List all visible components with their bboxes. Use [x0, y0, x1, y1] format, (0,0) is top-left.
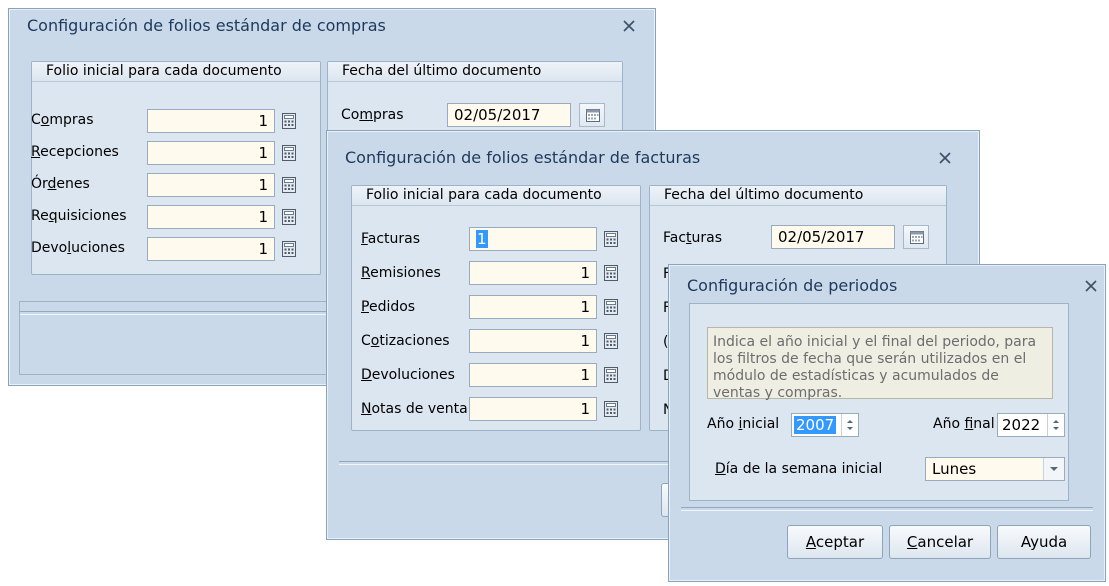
folio-input[interactable]: 1 [469, 261, 597, 285]
bottom-separator [681, 507, 1093, 511]
date-label: Compras [341, 107, 404, 123]
folio-input[interactable]: 1 [469, 295, 597, 319]
periodos-dialog: Configuración de periodos Indica el año … [668, 264, 1106, 582]
weekday-label: Día de la semana inicial [715, 461, 883, 477]
folio-input[interactable]: 1 [147, 141, 275, 165]
spinner-arrows-icon[interactable] [841, 414, 858, 436]
folio-label: Devoluciones [361, 367, 455, 383]
year-end-label: Año final [933, 416, 995, 432]
weekday-value: Lunes [932, 460, 977, 478]
folio-input[interactable]: 1 [147, 205, 275, 229]
date-group-title: Fecha del último documento [328, 62, 622, 82]
folio-group-title: Folio inicial para cada documento [352, 186, 640, 206]
folio-label: Compras [31, 112, 94, 128]
folio-label: Cotizaciones [361, 333, 450, 349]
date-input[interactable]: 02/05/2017 [771, 225, 895, 249]
calendar-icon[interactable] [579, 103, 605, 127]
folio-label: Remisiones [361, 265, 441, 281]
year-end-spinner[interactable]: 2022 [997, 413, 1065, 437]
calculator-icon[interactable] [603, 400, 619, 418]
chevron-down-icon[interactable] [1043, 458, 1064, 480]
year-start-value[interactable]: 2007 [794, 416, 837, 434]
calendar-icon[interactable] [903, 225, 929, 249]
folio-label: Notas de venta [361, 401, 468, 417]
date-label: Facturas [663, 230, 723, 246]
folio-label: Devoluciones [31, 240, 125, 256]
folio-label: Facturas [361, 231, 421, 247]
accept-button[interactable]: Aceptar [787, 525, 883, 559]
dialog-title: Configuración de periodos [687, 276, 898, 295]
folio-label: Recepciones [31, 144, 119, 160]
calculator-icon[interactable] [603, 332, 619, 350]
folio-input[interactable]: 1 [147, 109, 275, 133]
spinner-arrows-icon[interactable] [1047, 414, 1064, 436]
calculator-icon[interactable] [603, 298, 619, 316]
calculator-icon[interactable] [281, 176, 297, 194]
folio-input[interactable]: 1 [147, 237, 275, 261]
calculator-icon[interactable] [603, 230, 619, 248]
date-group-title: Fecha del último documento [650, 186, 946, 206]
folio-input[interactable]: 1 [147, 173, 275, 197]
dialog-title: Configuración de folios estándar de comp… [27, 16, 386, 35]
date-input[interactable]: 02/05/2017 [447, 103, 571, 127]
year-end-value[interactable]: 2022 [1000, 416, 1042, 434]
calculator-icon[interactable] [281, 240, 297, 258]
folio-label: Pedidos [361, 299, 416, 315]
folio-input[interactable]: 1 [469, 227, 597, 251]
calculator-icon[interactable] [603, 366, 619, 384]
cancel-button[interactable]: Cancelar [889, 525, 991, 559]
calculator-icon[interactable] [603, 264, 619, 282]
dialog-title: Configuración de folios estándar de fact… [345, 148, 701, 167]
folio-input[interactable]: 1 [469, 397, 597, 421]
folio-label: Órdenes [31, 176, 90, 192]
weekday-select[interactable]: Lunes [925, 457, 1065, 481]
folio-group-title: Folio inicial para cada documento [32, 62, 320, 82]
calculator-icon[interactable] [281, 144, 297, 162]
info-text: Indica el año inicial y el final del per… [707, 327, 1053, 401]
calculator-icon[interactable] [281, 208, 297, 226]
folio-input[interactable]: 1 [469, 363, 597, 387]
close-icon[interactable] [939, 152, 951, 164]
year-start-spinner[interactable]: 2007 [791, 413, 859, 437]
year-start-label: Año inicial [707, 416, 780, 432]
help-button[interactable]: Ayuda [997, 525, 1091, 559]
close-icon[interactable] [1085, 280, 1097, 292]
folio-label: Requisiciones [31, 208, 127, 224]
close-icon[interactable] [623, 20, 635, 32]
folio-input[interactable]: 1 [469, 329, 597, 353]
calculator-icon[interactable] [281, 112, 297, 130]
